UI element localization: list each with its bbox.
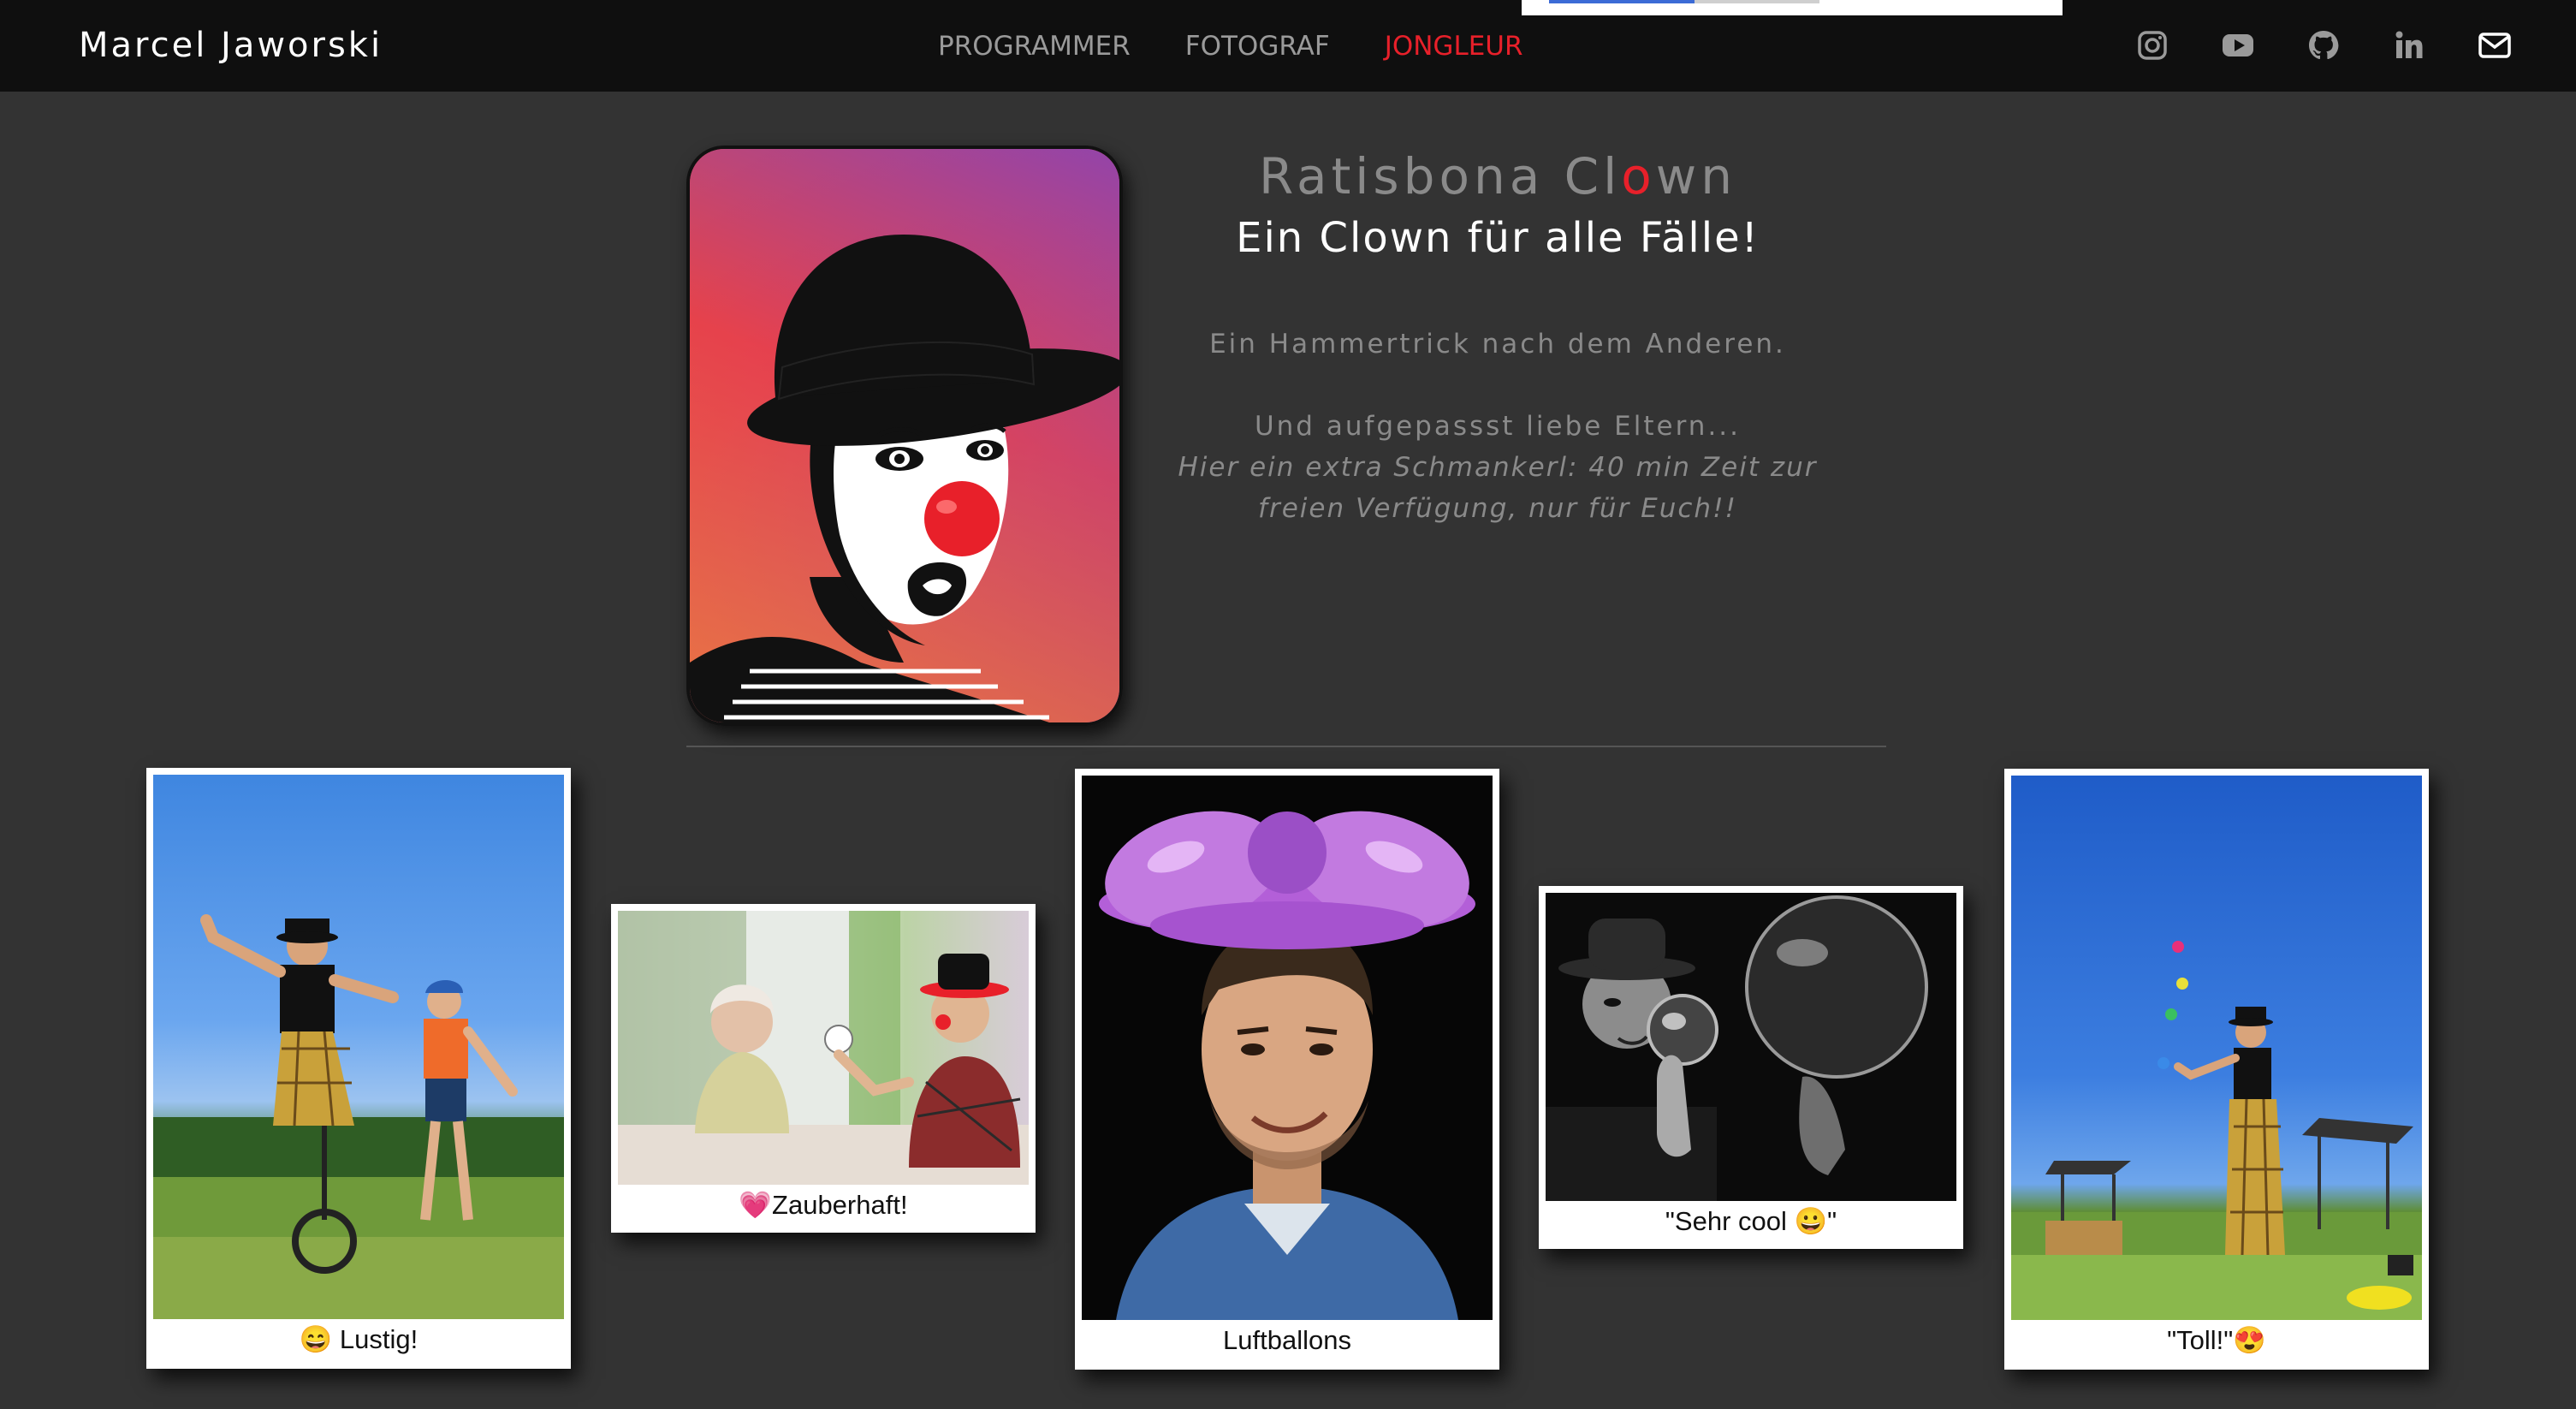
youtube-icon[interactable]	[2218, 26, 2258, 65]
hero-bonus-line: Hier ein extra Schmankerl: 40 min Zeit z…	[1178, 452, 1818, 524]
photo-caption: 😄 Lustig!	[299, 1324, 418, 1354]
title-part1: Ratisbona Cl	[1259, 147, 1622, 205]
photo-caption: 💗Zauberhaft!	[739, 1190, 908, 1220]
main-nav: PROGRAMMER FOTOGRAF JONGLEUR	[938, 28, 1578, 64]
title-part2: wn	[1655, 147, 1736, 205]
gallery-photo-contact-juggling[interactable]: "Sehr cool 😀"	[1539, 886, 1963, 1249]
title-red-letter: o	[1621, 147, 1656, 205]
mail-icon[interactable]	[2475, 26, 2514, 65]
top-navbar: Marcel Jaworski PROGRAMMER FOTOGRAF JONG…	[0, 0, 2576, 92]
github-icon[interactable]	[2304, 26, 2343, 65]
hero-tagline: Ein Hammertrick nach dem Anderen.	[1209, 329, 1786, 360]
photo-caption: "Sehr cool 😀"	[1665, 1206, 1837, 1236]
linkedin-icon[interactable]	[2389, 26, 2429, 65]
hero-parents-line: Und aufgepassst liebe Eltern...	[1254, 411, 1742, 442]
gallery-photo-juggling[interactable]: "Toll!"😍	[2004, 769, 2429, 1370]
instagram-icon[interactable]	[2133, 26, 2172, 65]
tab-progress-blue	[1549, 0, 1695, 3]
popup-tab-edge[interactable]	[1522, 0, 2063, 15]
brand-name[interactable]: Marcel Jaworski	[79, 23, 383, 68]
hero-text-block: Ratisbona Clown Ein Clown für alle Fälle…	[1164, 142, 1831, 529]
hero-title: Ratisbona Clown	[1164, 142, 1831, 211]
photo-caption: Luftballons	[1223, 1325, 1351, 1355]
tab-progress-grey	[1695, 0, 1819, 3]
section-divider	[686, 746, 1886, 747]
photo-caption: "Toll!"😍	[2167, 1325, 2266, 1355]
clown-logo-image	[686, 146, 1123, 726]
gallery-photo-unicycle[interactable]: 😄 Lustig!	[146, 768, 571, 1369]
nav-link-jongleur[interactable]: JONGLEUR	[1385, 28, 1523, 64]
gallery-photo-balloons[interactable]: Luftballons	[1075, 769, 1499, 1370]
hero-subtitle: Ein Clown für alle Fälle!	[1236, 214, 1760, 262]
nav-link-fotograf[interactable]: FOTOGRAF	[1185, 28, 1330, 64]
social-links	[2086, 26, 2514, 65]
nav-link-programmer[interactable]: PROGRAMMER	[938, 28, 1131, 64]
gallery-photo-magic[interactable]: 💗Zauberhaft!	[611, 904, 1036, 1233]
